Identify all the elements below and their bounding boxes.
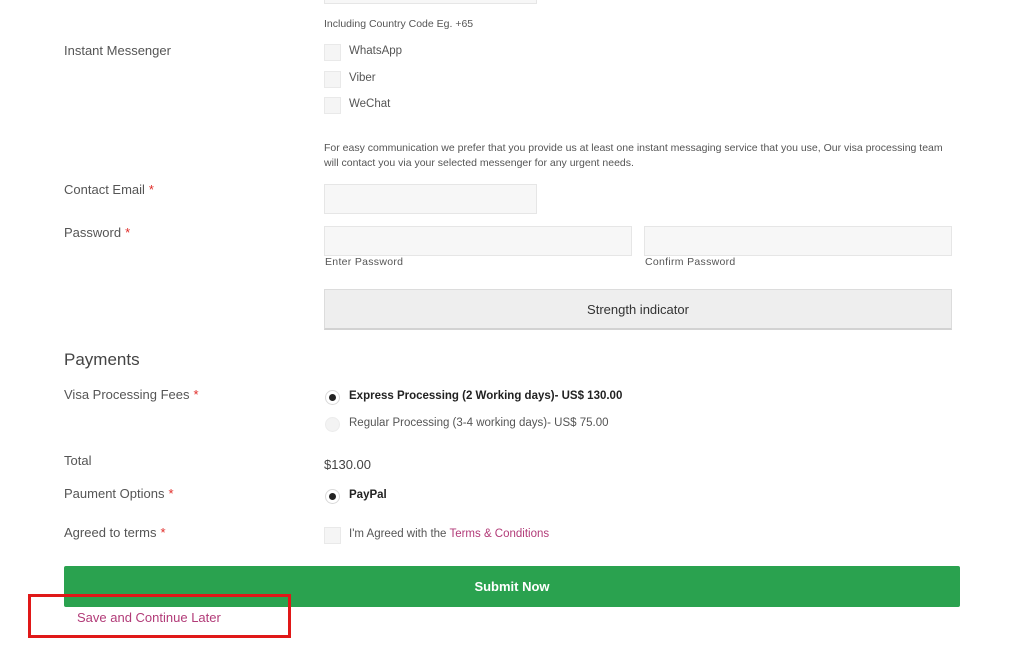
required-mark: *	[125, 225, 131, 240]
agreed-terms-label-text: Agreed to terms	[64, 525, 157, 540]
password-label-text: Password	[64, 225, 122, 240]
visa-application-form: Including Country Code Eg. +65 Instant M…	[0, 0, 1024, 645]
terms-text: I'm Agreed with the Terms & Conditions	[349, 528, 549, 540]
messenger-help-text: For easy communication we prefer that yo…	[324, 142, 943, 169]
confirm-password-input[interactable]	[644, 226, 952, 256]
enter-password-sublabel: Enter Password	[325, 256, 404, 268]
phone-hint: Including Country Code Eg. +65	[324, 18, 474, 30]
wechat-label: WeChat	[349, 98, 391, 110]
terms-prefix: I'm Agreed with the	[349, 528, 450, 540]
submit-now-label: Submit Now	[474, 579, 550, 594]
regular-processing-radio[interactable]	[325, 417, 340, 432]
regular-processing-label: Regular Processing (3-4 working days)- U…	[349, 417, 609, 429]
whatsapp-label: WhatsApp	[349, 45, 403, 57]
agreed-terms-label: Agreed to terms *	[64, 525, 166, 540]
wechat-checkbox[interactable]	[324, 97, 341, 114]
express-processing-radio[interactable]	[325, 390, 340, 405]
visa-fees-label-text: Visa Processing Fees	[64, 387, 190, 402]
payment-options-label-text: Paument Options	[64, 486, 165, 501]
terms-conditions-link[interactable]: Terms & Conditions	[449, 528, 549, 540]
instant-messenger-label: Instant Messenger	[64, 43, 171, 58]
viber-checkbox[interactable]	[324, 71, 341, 88]
paypal-radio[interactable]	[325, 489, 340, 504]
contact-email-label-text: Contact Email	[64, 182, 145, 197]
password-label: Password *	[64, 225, 130, 240]
visa-fees-label: Visa Processing Fees *	[64, 387, 199, 402]
payment-options-label: Paument Options *	[64, 486, 174, 501]
required-mark: *	[148, 182, 154, 197]
contact-email-label: Contact Email *	[64, 182, 154, 197]
express-processing-label: Express Processing (2 Working days)- US$…	[349, 390, 623, 402]
enter-password-input[interactable]	[324, 226, 632, 256]
whatsapp-checkbox[interactable]	[324, 44, 341, 61]
password-strength-indicator: Strength indicator	[324, 289, 952, 330]
required-mark: *	[168, 486, 174, 501]
payments-section-title: Payments	[64, 350, 140, 369]
total-value: $130.00	[324, 457, 371, 472]
viber-label: Viber	[349, 72, 376, 84]
terms-checkbox[interactable]	[324, 527, 341, 544]
required-mark: *	[193, 387, 199, 402]
confirm-password-sublabel: Confirm Password	[645, 256, 736, 268]
save-continue-later-link[interactable]: Save and Continue Later	[77, 610, 221, 625]
contact-email-input[interactable]	[324, 184, 537, 214]
total-label: Total	[64, 453, 92, 468]
phone-input[interactable]	[324, 0, 537, 4]
paypal-label: PayPal	[349, 489, 387, 501]
strength-indicator-text: Strength indicator	[587, 301, 689, 317]
required-mark: *	[160, 525, 166, 540]
